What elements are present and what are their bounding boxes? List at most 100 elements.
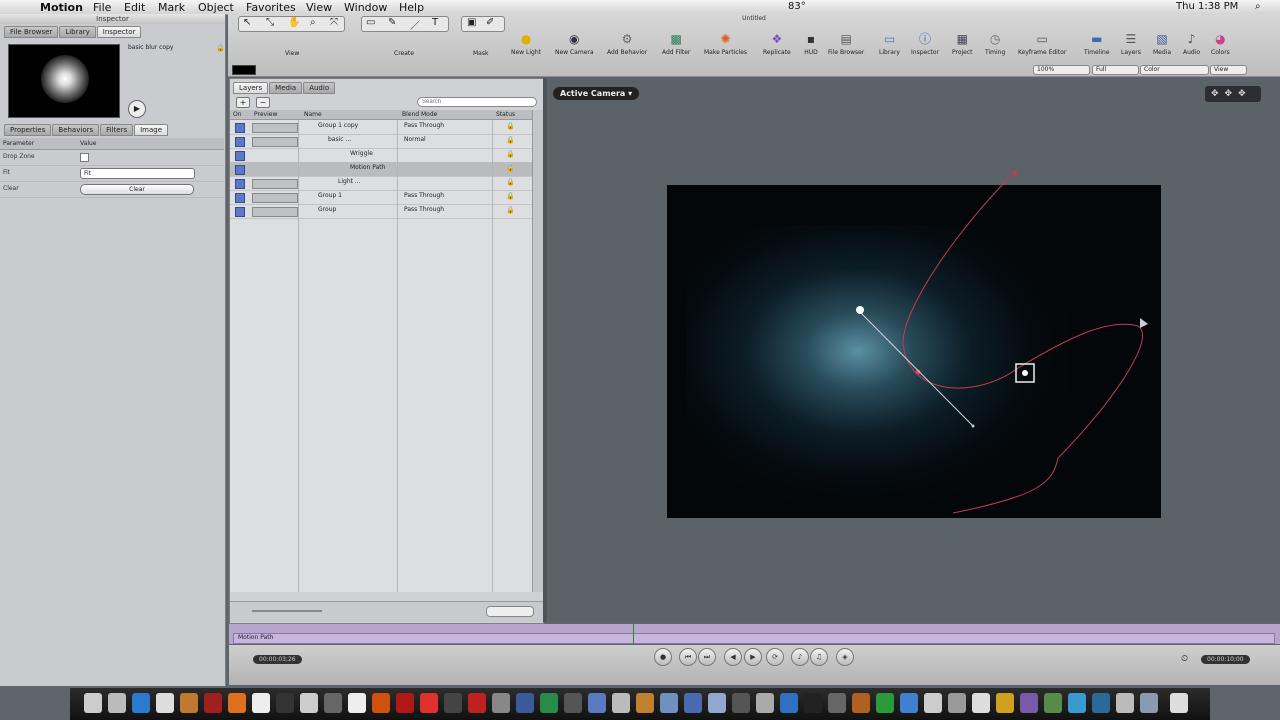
zoom-select[interactable]: 100%	[1033, 65, 1090, 75]
view-select[interactable]: View	[1210, 65, 1247, 75]
dock-app-icon[interactable]	[1140, 693, 1158, 713]
dock-app-icon[interactable]	[1044, 693, 1062, 713]
dock-app-icon[interactable]	[924, 693, 942, 713]
dock-app-icon[interactable]	[780, 693, 798, 713]
dock-app-icon[interactable]	[996, 693, 1014, 713]
dock-app-icon[interactable]	[948, 693, 966, 713]
add-behavior-button[interactable]: ⚙ Add Behavior	[607, 32, 647, 56]
audio-solo-button[interactable]: ♫	[810, 648, 828, 666]
clock[interactable]: Thu 1:38 PM	[1176, 1, 1238, 12]
dock-trash-icon[interactable]	[1170, 693, 1188, 713]
playhead[interactable]	[633, 624, 634, 644]
loop-button[interactable]: ⟳	[766, 648, 784, 666]
dock-app-icon[interactable]	[1068, 693, 1086, 713]
layer-enable-checkbox[interactable]	[235, 123, 245, 133]
tab-properties[interactable]: Properties	[4, 124, 52, 136]
menu-edit[interactable]: Edit	[124, 1, 145, 14]
lock-icon[interactable]: 🔒	[216, 44, 225, 52]
dock-app-icon[interactable]	[756, 693, 774, 713]
dock-app-icon[interactable]	[828, 693, 846, 713]
add-filter-button[interactable]: ▩ Add Filter	[662, 32, 690, 56]
lock-icon[interactable]: 🔒	[506, 206, 515, 214]
lock-icon[interactable]: 🔒	[506, 164, 515, 172]
dock-app-icon[interactable]	[804, 693, 822, 713]
dock-app-icon[interactable]	[564, 693, 582, 713]
dock-app-icon[interactable]	[588, 693, 606, 713]
dock-safari-icon[interactable]	[132, 693, 150, 713]
motion-path-overlay[interactable]	[548, 78, 1280, 622]
dock-app-icon[interactable]	[708, 693, 726, 713]
new-light-button[interactable]: ● New Light	[511, 32, 541, 56]
panel-splitter[interactable]	[543, 78, 547, 622]
add-layer-button[interactable]: +	[236, 97, 250, 108]
dock-app-icon[interactable]	[900, 693, 918, 713]
layers-scrollbar[interactable]	[532, 110, 543, 592]
current-time-display[interactable]: 00:00:03;26	[253, 655, 302, 664]
play-button[interactable]: ▶	[744, 648, 762, 666]
dock-app-icon[interactable]	[1092, 693, 1110, 713]
dock-app-icon[interactable]	[636, 693, 654, 713]
layer-enable-checkbox[interactable]	[235, 207, 245, 217]
dock-app-icon[interactable]	[732, 693, 750, 713]
dock-app-icon[interactable]	[348, 693, 366, 713]
clear-button[interactable]: Clear	[80, 184, 194, 195]
tangent-handle[interactable]	[857, 309, 974, 427]
duration-display[interactable]: 00:00:10;00	[1201, 655, 1250, 664]
full-screen-button[interactable]: ◈	[836, 648, 854, 666]
layer-row-light[interactable]: Light ... 🔒	[230, 176, 532, 191]
drop-zone-checkbox[interactable]	[80, 153, 89, 162]
layer-enable-checkbox[interactable]	[235, 165, 245, 175]
tab-layers[interactable]: Layers	[233, 82, 269, 94]
dock-app-icon[interactable]	[1116, 693, 1134, 713]
menu-mark[interactable]: Mark	[158, 1, 185, 14]
tab-filters[interactable]: Filters	[100, 124, 134, 136]
layer-row-basic[interactable]: basic ... Normal 🔒	[230, 134, 532, 149]
make-particles-button[interactable]: ✺ Make Particles	[704, 32, 747, 56]
dock-app-icon[interactable]	[372, 693, 390, 713]
thumbnail-size-slider[interactable]	[252, 610, 322, 612]
tab-audio[interactable]: Audio	[303, 82, 336, 94]
layers-search-input[interactable]	[417, 97, 537, 107]
dock-app-icon[interactable]	[684, 693, 702, 713]
tab-inspector[interactable]: Inspector	[96, 26, 142, 38]
dock-app-icon[interactable]	[540, 693, 558, 713]
file-browser-button[interactable]: ▤ File Browser	[828, 32, 864, 56]
channel-select[interactable]: Color	[1140, 65, 1209, 75]
timing-button[interactable]: ◷ Timing	[985, 32, 1005, 56]
hud-button[interactable]: ▪ HUD	[804, 32, 818, 56]
tab-image[interactable]: Image	[134, 124, 169, 136]
timeline-button[interactable]: ▬ Timeline	[1084, 32, 1110, 56]
layer-row-motion-path[interactable]: Motion Path 🔒	[230, 162, 532, 177]
dock-app-icon[interactable]	[1020, 693, 1038, 713]
menu-help[interactable]: Help	[399, 1, 424, 14]
prev-frame-button[interactable]: ◀	[724, 648, 742, 666]
dock-preferences-icon[interactable]	[108, 693, 126, 713]
dock-terminal-icon[interactable]	[276, 693, 294, 713]
dock-app-icon[interactable]	[228, 693, 246, 713]
dock-app-icon[interactable]	[516, 693, 534, 713]
menu-view[interactable]: View	[306, 1, 332, 14]
dock-app-icon[interactable]	[252, 693, 270, 713]
dock-app-icon[interactable]	[468, 693, 486, 713]
tab-behaviors[interactable]: Behaviors	[52, 124, 100, 136]
layer-blend-mode[interactable]: Pass Through	[404, 122, 444, 129]
layer-enable-checkbox[interactable]	[235, 137, 245, 147]
menu-object[interactable]: Object	[198, 1, 234, 14]
dock-app-icon[interactable]	[300, 693, 318, 713]
layer-blend-mode[interactable]: Normal	[404, 136, 426, 143]
menu-window[interactable]: Window	[344, 1, 387, 14]
tab-media[interactable]: Media	[269, 82, 303, 94]
view-mode-toggle[interactable]	[486, 606, 534, 617]
path-point-start[interactable]	[1012, 170, 1018, 176]
layer-blend-mode[interactable]: Pass Through	[404, 192, 444, 199]
tab-library[interactable]: Library	[59, 26, 96, 38]
motion-path-track[interactable]: Motion Path	[233, 633, 1275, 644]
layer-row-group-1[interactable]: Group 1 Pass Through 🔒	[230, 190, 532, 205]
dock-app-icon[interactable]	[324, 693, 342, 713]
tab-file-browser[interactable]: File Browser	[4, 26, 59, 38]
colors-button[interactable]: ◕ Colors	[1211, 32, 1230, 56]
motion-path-curve[interactable]	[902, 171, 1143, 514]
lock-icon[interactable]: 🔒	[506, 150, 515, 158]
dock-app-icon[interactable]	[396, 693, 414, 713]
menu-app[interactable]: Motion	[40, 1, 83, 14]
